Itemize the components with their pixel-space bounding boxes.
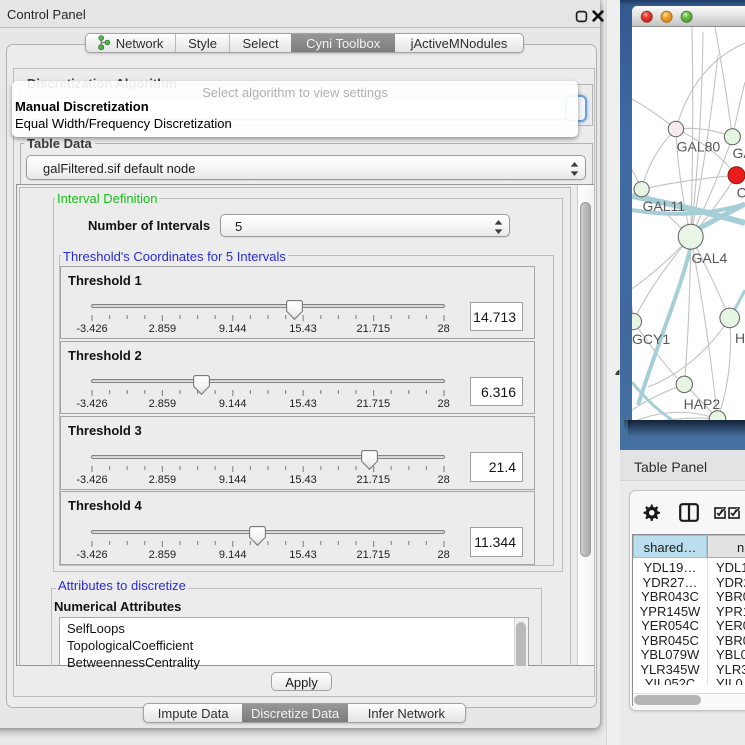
svg-text:H: H xyxy=(735,330,745,346)
svg-text:GAL11: GAL11 xyxy=(643,198,686,214)
svg-text:C: C xyxy=(737,185,745,201)
svg-text:GAL80: GAL80 xyxy=(677,139,721,155)
svg-text:GAL4: GAL4 xyxy=(692,250,728,266)
svg-text:HAP2: HAP2 xyxy=(684,396,721,412)
svg-text:GCY1: GCY1 xyxy=(632,331,670,347)
svg-text:GA: GA xyxy=(733,145,745,161)
